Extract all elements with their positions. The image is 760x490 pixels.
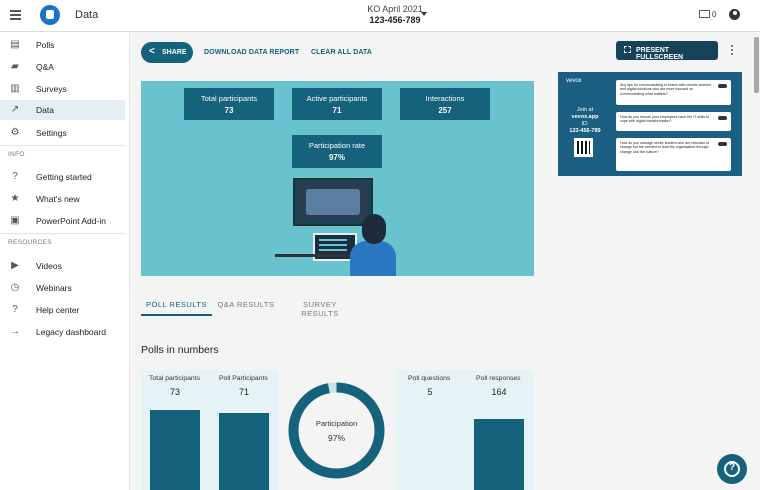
- participation-value: 97%: [327, 433, 345, 443]
- download-data-report-button[interactable]: DOWNLOAD DATA REPORT: [204, 49, 299, 56]
- toggle-icon: [718, 84, 727, 88]
- join-info: Join at vevox.app ID: 123-456-789: [569, 107, 601, 134]
- poll-activity-stats-card: Poll questions 5 Poll responses 164: [396, 370, 533, 490]
- help-button[interactable]: ?: [717, 454, 747, 484]
- poll-questions-value: 5: [427, 387, 433, 397]
- help-circle-icon: ?: [12, 304, 18, 315]
- results-tabs: POLL RESULTS Q&A RESULTS SURVEY RESULTS: [141, 296, 534, 318]
- poll-participants-value: 71: [238, 387, 249, 397]
- participation-donut: [288, 382, 385, 479]
- total-participants-stat: Total participants 73: [184, 88, 274, 120]
- tab-qa-results[interactable]: Q&A RESULTS: [216, 296, 276, 316]
- account-icon[interactable]: [729, 9, 740, 20]
- top-bar: Data KO April 2021 123-456-789 0: [0, 0, 760, 32]
- menu-icon[interactable]: [10, 10, 21, 20]
- vevox-brand: vevox: [566, 78, 582, 84]
- sidebar-item-powerpoint[interactable]: ▣ PowerPoint Add-in: [0, 211, 125, 231]
- device-count: 0: [712, 10, 717, 19]
- survey-icon: ▥: [10, 83, 20, 94]
- poll-responses-label: Poll responses: [476, 375, 521, 382]
- sidebar-item-surveys[interactable]: ▥ Surveys: [0, 79, 125, 99]
- poll-questions-label: Poll questions: [408, 375, 451, 382]
- total-participants-label: Total participants: [149, 375, 201, 382]
- poll-participants-bar: [219, 413, 269, 490]
- sidebar-item-help-center[interactable]: ? Help center: [0, 300, 125, 320]
- sidebar-item-data[interactable]: ↗ Data: [0, 100, 125, 120]
- tab-survey-results[interactable]: SURVEY RESULTS: [285, 296, 355, 318]
- share-icon: <: [149, 46, 155, 57]
- qa-icon: ▰: [11, 61, 19, 72]
- sidebar-item-getting-started[interactable]: ? Getting started: [0, 167, 125, 187]
- preview-question-card: How do you manage senior leaders who are…: [616, 138, 731, 171]
- total-participants-bar: [150, 410, 200, 490]
- vevox-logo[interactable]: [40, 5, 60, 25]
- trend-icon: ↗: [10, 104, 20, 115]
- sidebar-item-settings[interactable]: ⚙ Settings: [0, 123, 125, 143]
- participation-label: Participation: [315, 419, 358, 428]
- interactions-stat: Interactions 257: [400, 88, 490, 120]
- fullscreen-icon: [624, 46, 631, 53]
- preview-question-card: Any tips for communicating to teams with…: [616, 80, 731, 105]
- more-options-icon[interactable]: [731, 45, 735, 57]
- help-circle-icon: ?: [12, 171, 18, 182]
- sidebar-item-videos[interactable]: ▶ Videos: [0, 256, 125, 276]
- total-participants-value: 73: [169, 387, 180, 397]
- participation-rate-stat: Participation rate 97%: [292, 135, 382, 168]
- sidebar-item-polls[interactable]: ▤ Polls: [0, 35, 125, 55]
- sidebar-item-legacy-dashboard[interactable]: → Legacy dashboard: [0, 322, 125, 342]
- powerpoint-icon: ▣: [10, 215, 20, 226]
- resources-section-title: RESOURCES: [8, 239, 52, 246]
- star-icon: ★: [10, 193, 20, 204]
- scrollbar-track[interactable]: [753, 36, 759, 490]
- poll-icon: ▤: [10, 39, 20, 50]
- sidebar-divider: [0, 145, 125, 146]
- info-section-title: INFO: [8, 151, 25, 158]
- illustration-screen: [293, 178, 373, 226]
- preview-question-card: How do you ensure your employees have th…: [616, 112, 731, 131]
- toggle-icon: [718, 142, 727, 146]
- clock-icon: ◷: [10, 282, 20, 293]
- sidebar-item-whats-new[interactable]: ★ What's new: [0, 189, 125, 209]
- tab-poll-results[interactable]: POLL RESULTS: [141, 296, 212, 316]
- page-title: Data: [75, 9, 99, 21]
- arrow-icon: →: [10, 326, 20, 337]
- qr-code: [574, 138, 593, 157]
- poll-participants-label: Poll Participants: [219, 375, 268, 382]
- participants-stats-card: Total participants 73 Poll Participants …: [141, 370, 278, 490]
- poll-responses-bar: [474, 419, 524, 490]
- event-code: 123-456-789: [369, 15, 421, 25]
- gear-icon: ⚙: [10, 127, 20, 138]
- illustration-person-head: [362, 214, 386, 244]
- toggle-icon: [718, 116, 727, 120]
- device-icon[interactable]: [699, 10, 710, 18]
- polls-heading: Polls in numbers: [141, 344, 219, 356]
- illustration-person: [350, 241, 396, 276]
- video-icon: ▶: [11, 260, 19, 271]
- presentation-preview[interactable]: vevox Join at vevox.app ID: 123-456-789 …: [558, 72, 742, 176]
- present-fullscreen-button[interactable]: PRESENT FULLSCREEN: [616, 41, 718, 61]
- sidebar: ▤ Polls ▰ Q&A ▥ Surveys ↗ Data ⚙ Setting…: [0, 32, 130, 490]
- clear-all-data-button[interactable]: CLEAR ALL DATA: [311, 49, 372, 56]
- active-participants-stat: Active participants 71: [292, 88, 382, 120]
- sidebar-divider: [0, 233, 125, 234]
- donut-value-arc: [288, 382, 385, 479]
- sidebar-item-webinars[interactable]: ◷ Webinars: [0, 278, 125, 298]
- poll-responses-value: 164: [491, 387, 507, 397]
- share-button[interactable]: < SHARE: [141, 42, 193, 63]
- help-icon: ?: [728, 462, 736, 473]
- chevron-down-icon[interactable]: [421, 12, 427, 16]
- scrollbar-thumb[interactable]: [754, 37, 759, 93]
- summary-hero: Total participants 73 Active participant…: [141, 81, 534, 276]
- sidebar-item-qa[interactable]: ▰ Q&A: [0, 57, 125, 77]
